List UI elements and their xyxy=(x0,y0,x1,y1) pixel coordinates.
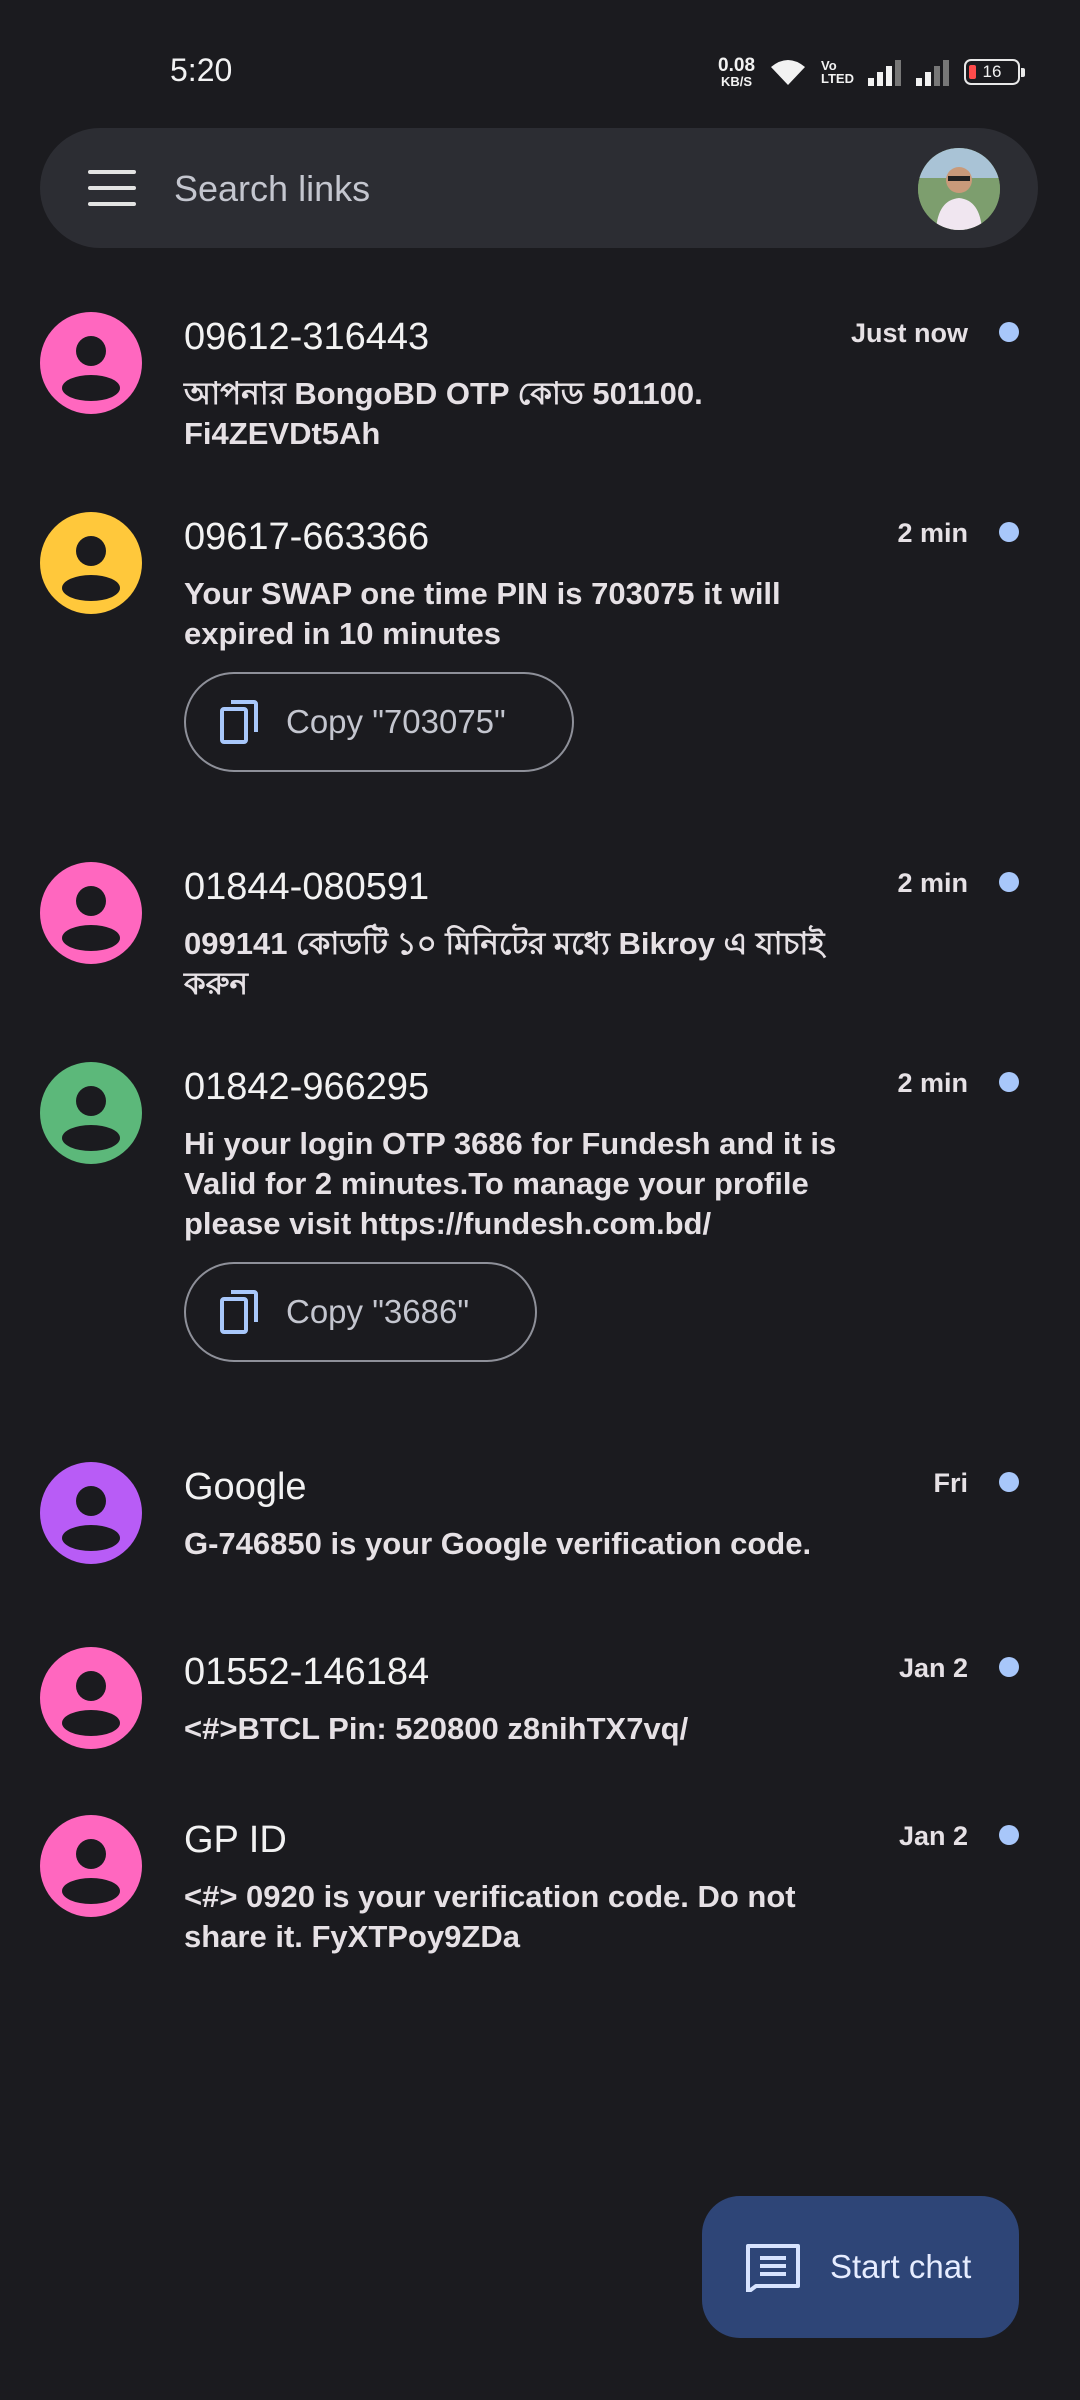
unread-dot xyxy=(999,1472,1019,1492)
copy-code-chip[interactable]: Copy "703075" xyxy=(184,672,574,772)
copy-code-label: Copy "3686" xyxy=(286,1293,470,1330)
conversation-time: 2 min xyxy=(897,868,968,898)
conversation-item[interactable]: 01844-080591 099141 কোডটি ১০ মিনিটের মধ্… xyxy=(0,840,1080,1040)
conversation-snippet: আপনার BongoBD OTP কোড 501100. Fi4ZEVDt5A… xyxy=(184,376,703,451)
status-icons: 0.08 KB/S Vo LTED 16 xyxy=(718,52,1025,92)
conversation-snippet: <#> 0920 is your verification code. Do n… xyxy=(184,1879,796,1954)
conversation-time: 2 min xyxy=(897,1068,968,1098)
conversation-name: Google xyxy=(184,1466,307,1508)
conversation-item[interactable]: Google G-746850 is your Google verificat… xyxy=(0,1440,1080,1625)
conversation-snippet: <#>BTCL Pin: 520800 z8nihTX7vq/ xyxy=(184,1711,689,1746)
conversation-item[interactable]: 01552-146184 <#>BTCL Pin: 520800 z8nihTX… xyxy=(0,1625,1080,1793)
battery-icon: 16 xyxy=(964,59,1025,85)
conversation-time: Jan 2 xyxy=(898,1821,968,1851)
conversation-time: Fri xyxy=(933,1468,968,1498)
conversation-name: 01844-080591 xyxy=(184,866,430,908)
volte-icon: Vo LTED xyxy=(821,59,854,85)
conversation-time: Jan 2 xyxy=(898,1653,968,1683)
search-input[interactable]: Search links xyxy=(174,168,370,210)
contact-avatar-icon xyxy=(40,312,142,414)
conversation-time: 2 min xyxy=(897,518,968,548)
signal-icon-sim2 xyxy=(916,60,949,86)
conversation-snippet: 099141 কোডটি ১০ মিনিটের মধ্যে Bikroy এ য… xyxy=(184,926,825,1001)
menu-icon[interactable] xyxy=(88,170,136,206)
contact-avatar-icon xyxy=(40,1815,142,1917)
battery-level: 16 xyxy=(982,62,1002,81)
contact-avatar-icon xyxy=(40,1062,142,1164)
conversation-name: 01552-146184 xyxy=(184,1651,430,1693)
contact-avatar-icon xyxy=(40,512,142,614)
conversation-time: Just now xyxy=(850,318,968,348)
copy-code-chip[interactable]: Copy "3686" xyxy=(184,1262,538,1362)
network-speed-unit: KB/S xyxy=(720,74,753,89)
unread-dot xyxy=(999,322,1019,342)
conversation-snippet: Your SWAP one time PIN is 703075 it will… xyxy=(184,576,781,651)
copy-icon xyxy=(220,700,258,744)
chat-icon xyxy=(746,2244,800,2292)
conversation-name: GP ID xyxy=(184,1819,287,1861)
conversation-snippet: Hi your login OTP 3686 for Fundesh and i… xyxy=(184,1126,837,1241)
conversation-item[interactable]: 09617-663366 Your SWAP one time PIN is 7… xyxy=(0,490,1080,840)
contact-avatar-icon xyxy=(40,1647,142,1749)
conversation-name: 09612-316443 xyxy=(184,316,430,358)
copy-code-label: Copy "703075" xyxy=(286,703,506,740)
conversation-name: 01842-966295 xyxy=(184,1066,430,1108)
status-time: 5:20 xyxy=(170,52,233,88)
wifi-icon xyxy=(771,60,806,85)
status-bar: 5:20 0.08 KB/S Vo LTED 16 xyxy=(0,0,1080,130)
profile-avatar[interactable] xyxy=(918,148,1000,230)
volte-bottom: LTED xyxy=(821,71,854,86)
copy-icon xyxy=(220,1290,258,1334)
contact-avatar-icon xyxy=(40,1462,142,1564)
signal-icon-sim1 xyxy=(868,60,901,86)
unread-dot xyxy=(999,1072,1019,1092)
conversation-name: 09617-663366 xyxy=(184,516,430,558)
start-chat-label: Start chat xyxy=(830,2248,972,2285)
network-speed: 0.08 KB/S xyxy=(718,56,755,88)
search-bar[interactable]: Search links xyxy=(40,128,1038,248)
unread-dot xyxy=(999,872,1019,892)
conversation-snippet: G-746850 is your Google verification cod… xyxy=(184,1526,812,1561)
unread-dot xyxy=(999,1657,1019,1677)
start-chat-button[interactable]: Start chat xyxy=(702,2196,1019,2338)
conversation-item[interactable]: 01842-966295 Hi your login OTP 3686 for … xyxy=(0,1040,1080,1440)
conversation-item[interactable]: GP ID <#> 0920 is your verification code… xyxy=(0,1793,1080,1993)
conversation-item[interactable]: 09612-316443 আপনার BongoBD OTP কোড 50110… xyxy=(0,290,1080,490)
unread-dot xyxy=(999,1825,1019,1845)
network-speed-value: 0.08 xyxy=(718,55,756,76)
conversation-list: 09612-316443 আপনার BongoBD OTP কোড 50110… xyxy=(0,290,1080,1954)
contact-avatar-icon xyxy=(40,862,142,964)
unread-dot xyxy=(999,522,1019,542)
